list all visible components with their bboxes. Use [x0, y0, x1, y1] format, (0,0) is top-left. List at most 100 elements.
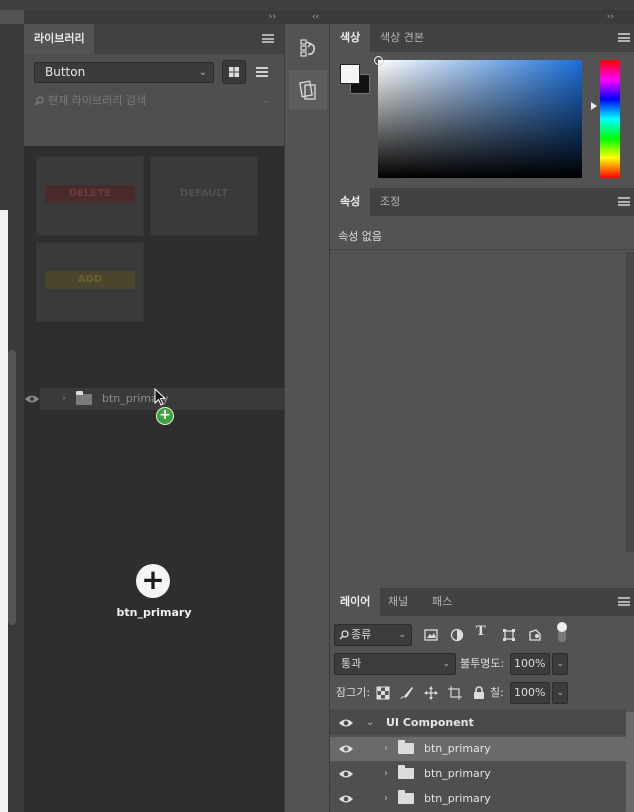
right-collapse-bar[interactable]: ››	[330, 10, 634, 24]
layer-row[interactable]: › btn_primary	[330, 762, 626, 786]
chevron-right-icon: ›	[62, 393, 66, 404]
panel-menu-icon[interactable]	[262, 34, 274, 43]
asset-thumbnail-label: DELETE	[45, 185, 135, 203]
asset-thumbnail-label: DEFAULT	[159, 185, 249, 203]
fill-label: 칠:	[490, 686, 504, 699]
color-picker-handle[interactable]	[374, 56, 383, 65]
lock-artboard-icon[interactable]	[448, 686, 462, 700]
library-assets-grid: DELETE DEFAULT ADD	[24, 122, 284, 322]
blend-mode-value: 통과	[341, 657, 362, 670]
layer-row[interactable]: › btn_primary	[330, 787, 626, 811]
eye-icon[interactable]	[338, 792, 354, 806]
properties-tabbar: 속성 조정	[330, 188, 634, 216]
tab-adjustments[interactable]: 조정	[370, 188, 410, 216]
history-icon	[300, 39, 315, 57]
toolstrip-collapse-bar[interactable]: ‹‹	[284, 10, 330, 24]
drop-target-label: btn_primary	[116, 606, 192, 619]
tab-swatches[interactable]: 색상 견본	[370, 24, 434, 52]
fill-input[interactable]: 100%	[510, 682, 550, 704]
tab-properties[interactable]: 속성	[330, 188, 371, 216]
canvas-document-area	[0, 210, 8, 812]
panel-menu-icon[interactable]	[618, 33, 630, 42]
grid-view-button[interactable]	[222, 60, 246, 84]
chevron-right-icon[interactable]: ›	[384, 762, 388, 786]
layers-scrollbar[interactable]	[626, 712, 634, 812]
tab-paths[interactable]: 패스	[422, 588, 462, 616]
opacity-value: 100%	[514, 657, 546, 670]
search-chevron-icon[interactable]: ⌄	[262, 90, 270, 112]
layer-row[interactable]: ⌄ UI Component	[330, 711, 626, 735]
folder-icon	[398, 740, 414, 754]
asset-thumbnail-label: ADD	[45, 271, 135, 289]
canvas-scrollbar[interactable]	[8, 350, 16, 625]
opacity-input[interactable]: 100%	[510, 653, 550, 675]
libraries-icon	[299, 80, 316, 100]
chevron-down-icon: ⌄	[556, 659, 564, 669]
chevron-down-icon: ⌄	[198, 67, 207, 78]
adjustment-filter-icon[interactable]	[450, 628, 464, 642]
history-button[interactable]	[293, 34, 323, 64]
layer-row[interactable]: › btn_primary	[330, 737, 626, 761]
chevron-right-icon[interactable]: ›	[384, 787, 388, 811]
hue-slider[interactable]	[600, 60, 620, 178]
chevron-right-icon[interactable]: ›	[384, 737, 388, 761]
saturation-value-field[interactable]	[378, 60, 582, 178]
asset-thumbnail[interactable]: ADD	[36, 242, 144, 322]
search-icon	[339, 630, 349, 640]
layer-name: btn_primary	[424, 767, 491, 780]
eye-icon[interactable]	[338, 716, 354, 730]
grid-view-icon	[229, 67, 239, 77]
library-collapse-bar[interactable]: ››	[24, 10, 284, 24]
opacity-dropdown-button[interactable]: ⌄	[552, 653, 568, 675]
fill-value: 100%	[514, 686, 546, 699]
library-select[interactable]: Button ⌄	[34, 62, 214, 83]
lock-transparent-pixels-icon[interactable]	[376, 686, 390, 700]
shape-filter-icon[interactable]	[502, 628, 516, 642]
panel-menu-icon[interactable]	[618, 597, 630, 606]
panel-menu-icon[interactable]	[618, 197, 630, 206]
foreground-color-swatch[interactable]	[340, 64, 360, 84]
top-strip	[0, 0, 634, 10]
libraries-toggle-button[interactable]	[289, 70, 327, 110]
asset-thumbnail[interactable]: DELETE	[36, 156, 144, 236]
eye-icon	[25, 395, 39, 403]
image-filter-icon[interactable]	[424, 628, 438, 642]
layers-tabbar: 레이어 채널 패스	[330, 588, 634, 616]
layer-name: btn_primary	[424, 742, 491, 755]
lock-position-icon[interactable]	[424, 686, 438, 700]
tab-color[interactable]: 색상	[330, 24, 371, 52]
properties-empty-text: 속성 없음	[330, 224, 634, 250]
eye-icon[interactable]	[338, 742, 354, 756]
add-copy-badge-icon: +	[156, 407, 174, 425]
properties-scrollbar[interactable]	[626, 252, 634, 552]
tab-layers[interactable]: 레이어	[330, 588, 381, 616]
collapse-arrows-middle[interactable]: ‹‹	[312, 10, 319, 24]
chevron-down-icon: ⌄	[398, 630, 406, 640]
chevron-down-icon[interactable]: ⌄	[366, 711, 374, 735]
fill-dropdown-button[interactable]: ⌄	[552, 682, 568, 704]
tab-channels[interactable]: 채널	[378, 588, 418, 616]
drop-add-icon: +	[136, 564, 170, 598]
blend-mode-select[interactable]: 통과 ⌄	[334, 653, 456, 675]
photoshop-workspace: ›› ‹‹ ›› 라이브러리 Button ⌄ 현재 라이브러리 검색 ⌄ DE…	[0, 0, 634, 812]
type-filter-icon[interactable]: T	[476, 624, 486, 639]
layer-filter-select[interactable]: 종류 ⌄	[334, 624, 412, 646]
collapse-arrows-left[interactable]: ››	[269, 10, 276, 24]
asset-thumbnail[interactable]: DEFAULT	[150, 156, 258, 236]
layer-name: UI Component	[386, 716, 474, 729]
collapse-arrows-right[interactable]: ››	[607, 10, 614, 24]
eye-icon[interactable]	[338, 767, 354, 781]
lock-image-pixels-icon[interactable]	[400, 686, 414, 700]
library-select-value: Button	[45, 65, 86, 79]
library-search-input[interactable]: 현재 라이브러리 검색 ⌄	[34, 90, 274, 112]
hue-slider-handle-icon[interactable]	[591, 102, 597, 110]
filter-toggle-switch[interactable]	[557, 622, 567, 642]
opacity-label: 불투명도:	[460, 657, 505, 670]
tab-libraries[interactable]: 라이브러리	[24, 24, 94, 54]
smart-object-filter-icon[interactable]	[528, 628, 542, 642]
right-panel-column: 색상 색상 견본 속성 조정 속성 없음 레이어 채널 패스 종류 ⌄ T 통과…	[330, 24, 634, 812]
list-view-button[interactable]	[250, 60, 274, 84]
lock-all-icon[interactable]	[472, 686, 486, 700]
folder-icon	[398, 790, 414, 804]
layers-list: ⌄ UI Component › btn_primary › btn_prima…	[330, 710, 626, 812]
